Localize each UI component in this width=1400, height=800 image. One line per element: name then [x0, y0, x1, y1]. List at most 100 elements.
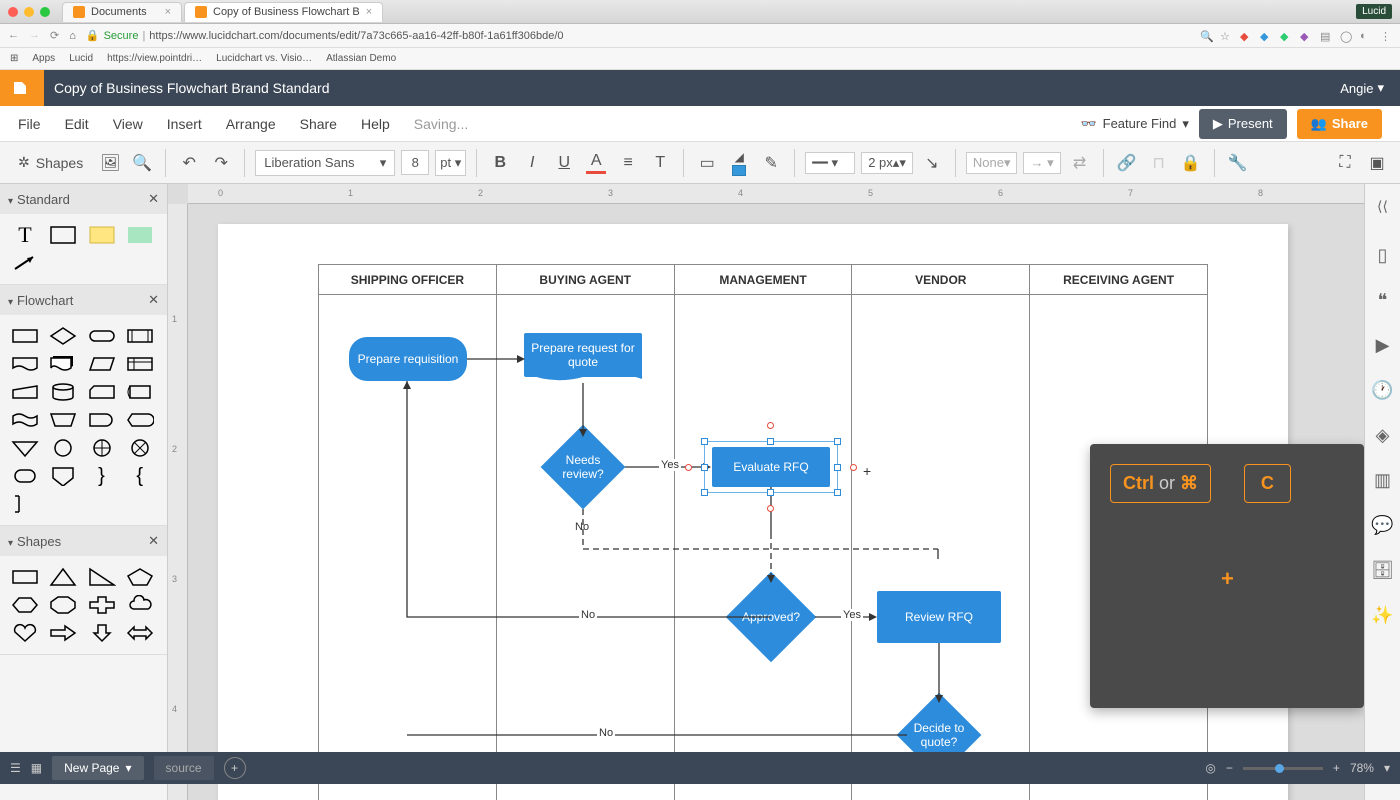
bookmark[interactable]: Apps [32, 53, 55, 64]
mac-window-controls[interactable] [8, 7, 50, 17]
zoom-level[interactable]: 78% [1350, 761, 1374, 775]
fc-terminator[interactable] [87, 325, 117, 347]
fc-connector[interactable] [48, 437, 78, 459]
wrench-button[interactable]: 🔧 [1225, 150, 1251, 176]
image-button[interactable]: 🖼 [97, 150, 123, 176]
node-review-rfq[interactable]: Review RFQ [877, 591, 1001, 643]
lane-header[interactable]: SHIPPING OFFICER [319, 265, 497, 294]
fit-button[interactable]: ▣ [1364, 150, 1390, 176]
data-icon[interactable]: 🗄 [1371, 560, 1394, 581]
sh-pentagon[interactable] [125, 566, 155, 588]
page-tab[interactable]: New Page ▾ [52, 756, 143, 780]
source-tab[interactable]: source [154, 756, 214, 780]
minimize-window-icon[interactable] [24, 7, 34, 17]
sh-arrow-dbl[interactable] [125, 622, 155, 644]
fc-manual-input[interactable] [10, 381, 40, 403]
magic-icon[interactable]: ✨ [1371, 605, 1393, 626]
text-color-button[interactable]: A [583, 150, 609, 176]
line-style-select[interactable]: ━━ ▾ [805, 152, 855, 174]
bold-button[interactable]: B [487, 150, 513, 176]
browser-tab-active[interactable]: Copy of Business Flowchart B × [184, 2, 383, 22]
node-prepare-requisition[interactable]: Prepare requisition [349, 337, 467, 381]
ext5-icon[interactable]: ▤ [1320, 30, 1332, 42]
fullscreen-button[interactable]: ⛶ [1332, 150, 1358, 176]
panel-header-shapes[interactable]: ▾Shapes ✕ [0, 526, 167, 556]
node-prepare-quote[interactable]: Prepare request for quote [524, 333, 642, 377]
ext6-icon[interactable]: ◯ [1340, 30, 1352, 42]
font-unit-select[interactable]: pt ▾ [435, 150, 466, 176]
reload-icon[interactable]: ⟳ [50, 29, 59, 42]
menu-help[interactable]: Help [361, 116, 390, 132]
zoom-slider[interactable] [1243, 767, 1323, 770]
swimlane-container[interactable]: SHIPPING OFFICER BUYING AGENT MANAGEMENT… [318, 264, 1208, 800]
menu-view[interactable]: View [113, 116, 143, 132]
page-icon[interactable]: ▯ [1378, 245, 1388, 266]
canvas-area[interactable]: 0 1 2 3 4 5 6 7 8 1 2 3 4 SHIPPING OFFIC… [168, 184, 1364, 800]
lock-button[interactable]: 🔒 [1178, 150, 1204, 176]
ext4-icon[interactable]: ◆ [1300, 30, 1312, 42]
fc-tape[interactable] [10, 409, 40, 431]
ext2-icon[interactable]: ◆ [1260, 30, 1272, 42]
fill-button[interactable]: ◢ [726, 150, 752, 176]
url-input[interactable]: 🔒 Secure | https://www.lucidchart.com/do… [86, 29, 1190, 42]
fc-internal[interactable] [125, 353, 155, 375]
fc-stored[interactable] [125, 381, 155, 403]
close-window-icon[interactable] [8, 7, 18, 17]
share-button[interactable]: 👥 Share [1297, 109, 1382, 139]
arrow-start-select[interactable]: None ▾ [966, 152, 1018, 174]
close-tab-icon[interactable]: × [366, 6, 372, 18]
sh-cross[interactable] [87, 594, 117, 616]
present-icon[interactable]: ▶ [1376, 335, 1390, 356]
close-panel-icon[interactable]: ✕ [148, 191, 159, 207]
feature-find[interactable]: 👓 Feature Find ▾ [1080, 116, 1188, 132]
lane-header[interactable]: MANAGEMENT [675, 265, 853, 294]
undo-button[interactable]: ↶ [176, 150, 202, 176]
menu-insert[interactable]: Insert [167, 116, 202, 132]
fc-note[interactable] [10, 493, 40, 515]
sh-triangle[interactable] [48, 566, 78, 588]
apps-icon[interactable]: ⊞ [10, 53, 18, 64]
menu-file[interactable]: File [18, 116, 41, 132]
close-panel-icon[interactable]: ✕ [148, 292, 159, 308]
font-size-input[interactable]: 8 [401, 150, 429, 175]
fc-offpage[interactable] [48, 465, 78, 487]
panel-header-standard[interactable]: ▾Standard ✕ [0, 184, 167, 214]
document-title[interactable]: Copy of Business Flowchart Brand Standar… [44, 80, 329, 96]
magnet-button[interactable]: ⊓ [1146, 150, 1172, 176]
fc-decision[interactable] [48, 325, 78, 347]
chat-icon[interactable]: 💬 [1371, 515, 1393, 536]
search-icon[interactable]: 🔍 [1200, 30, 1212, 42]
lane-header[interactable]: VENDOR [852, 265, 1030, 294]
back-icon[interactable]: ← [8, 29, 19, 42]
history-icon[interactable]: 🕐 [1371, 380, 1393, 401]
rect-shape[interactable] [48, 224, 78, 246]
fc-manual-op[interactable] [48, 409, 78, 431]
zoom-in-icon[interactable]: + [1333, 761, 1340, 775]
fc-document[interactable] [10, 353, 40, 375]
star-icon[interactable]: ☆ [1220, 30, 1232, 42]
sh-heart[interactable] [10, 622, 40, 644]
target-icon[interactable]: ◎ [1205, 761, 1215, 775]
italic-button[interactable]: I [519, 150, 545, 176]
comment-icon[interactable]: ❝ [1378, 290, 1388, 311]
app-logo[interactable] [0, 70, 44, 106]
fc-display[interactable] [125, 409, 155, 431]
redo-button[interactable]: ↷ [208, 150, 234, 176]
lane-header[interactable]: BUYING AGENT [497, 265, 675, 294]
forward-icon[interactable]: → [29, 29, 40, 42]
browser-tab[interactable]: Documents × [62, 2, 182, 22]
menu-share[interactable]: Share [300, 116, 337, 132]
layers-icon[interactable]: ◈ [1376, 425, 1390, 446]
search-button[interactable]: 🔍 [129, 150, 155, 176]
maximize-window-icon[interactable] [40, 7, 50, 17]
sh-hexagon[interactable] [10, 594, 40, 616]
border-color-button[interactable]: ✎ [758, 150, 784, 176]
align-button[interactable]: ≡ [615, 150, 641, 176]
grid-view-icon[interactable]: ▦ [31, 761, 42, 775]
home-icon[interactable]: ⌂ [69, 30, 76, 42]
sh-arrow-d[interactable] [87, 622, 117, 644]
lane-header[interactable]: RECEIVING AGENT [1030, 265, 1207, 294]
menu-arrange[interactable]: Arrange [226, 116, 276, 132]
font-family-select[interactable]: Liberation Sans ▾ [255, 150, 395, 176]
sh-rtriangle[interactable] [87, 566, 117, 588]
